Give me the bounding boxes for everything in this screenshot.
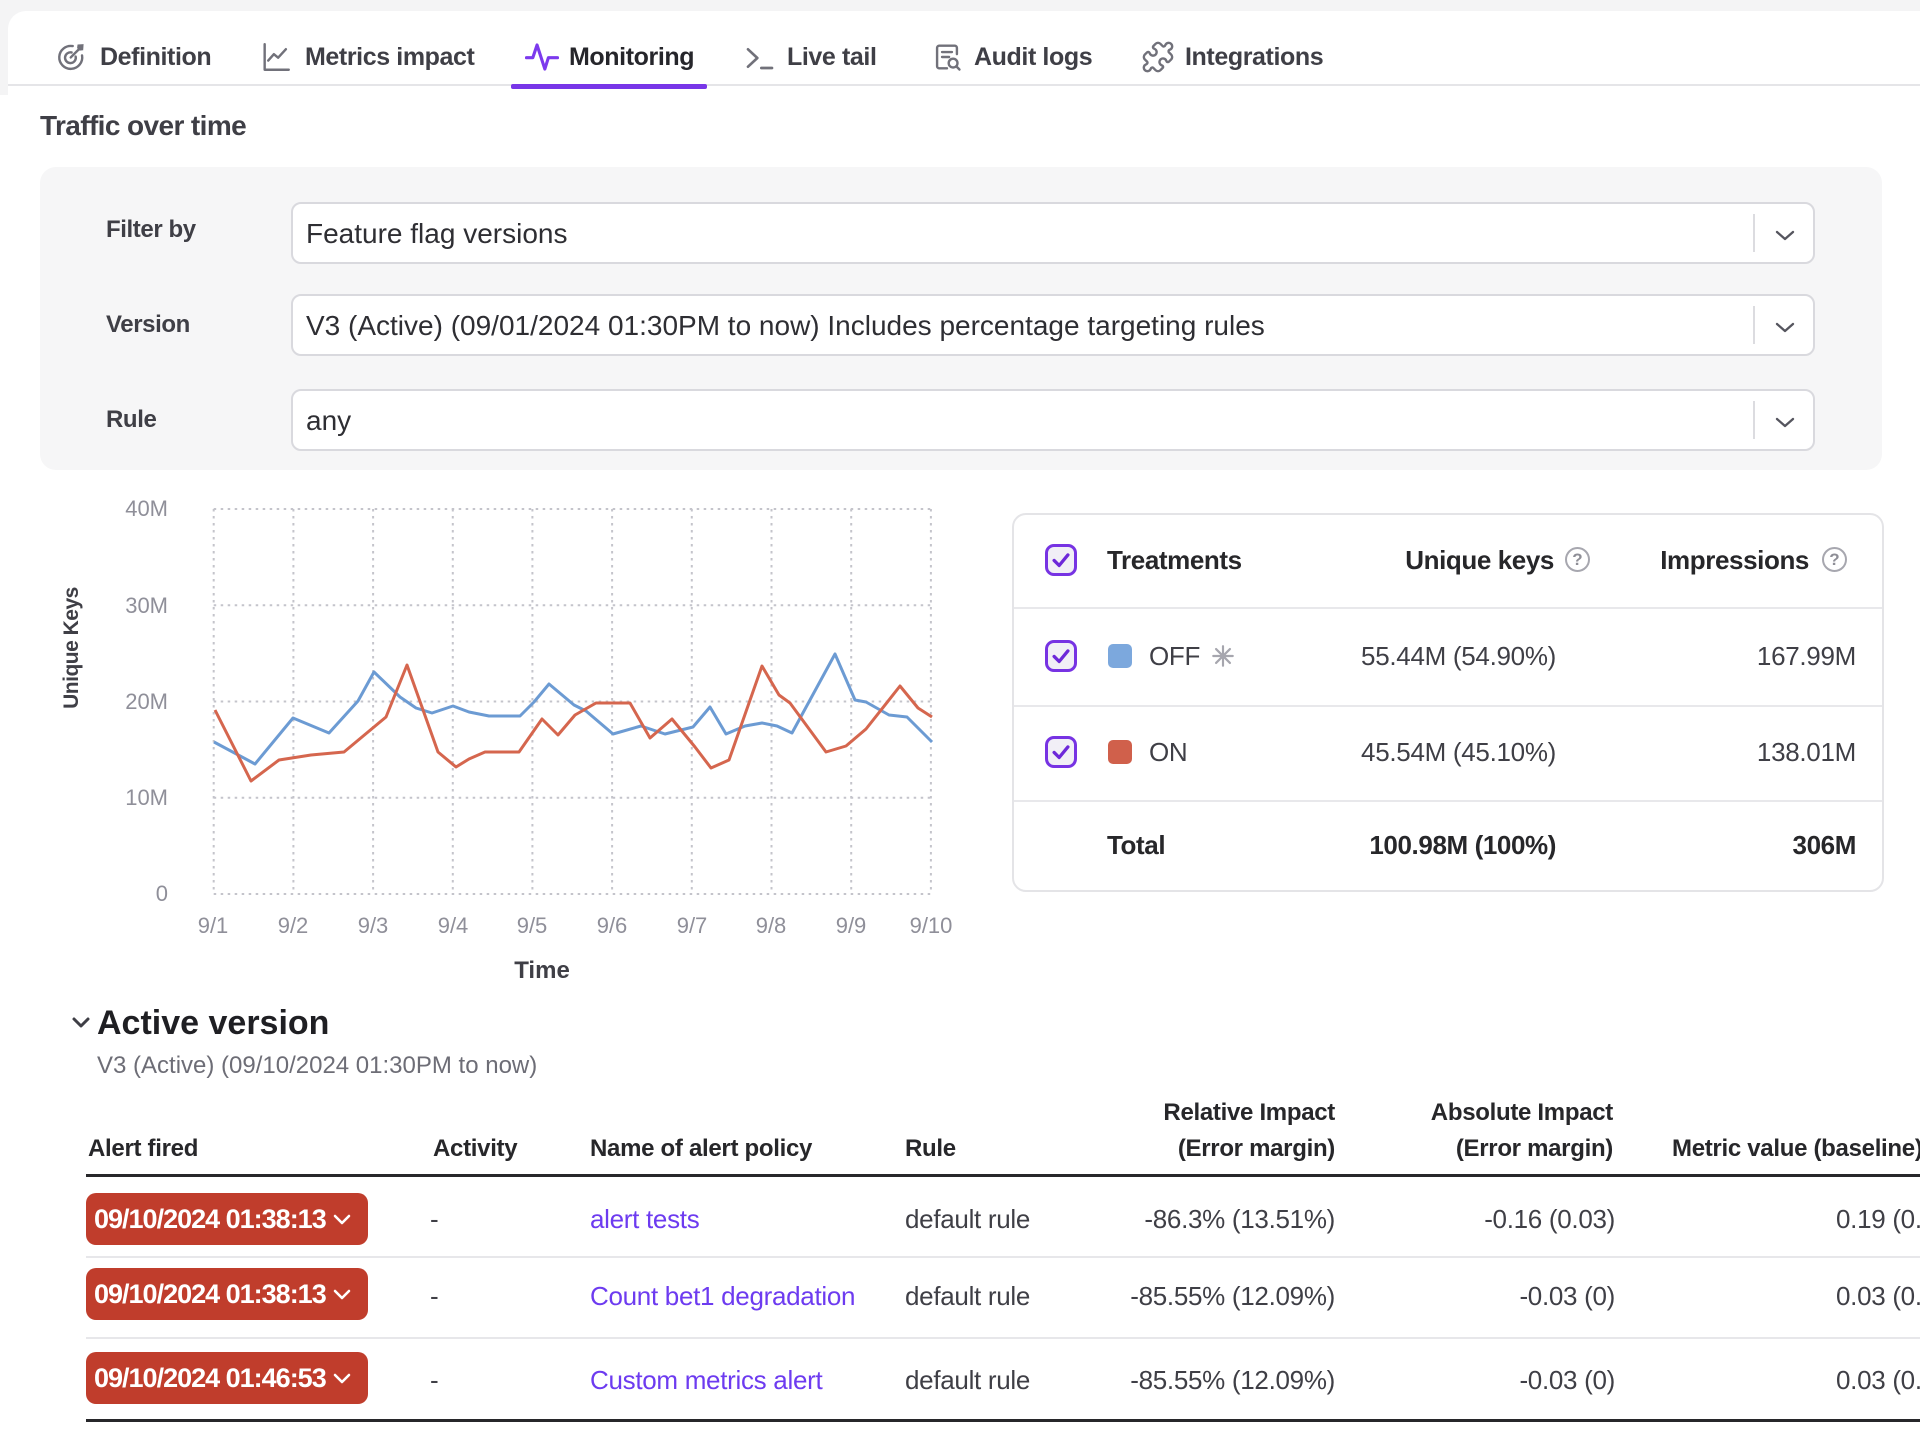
svg-text:9/6: 9/6 xyxy=(597,913,628,938)
svg-text:9/10: 9/10 xyxy=(910,913,953,938)
svg-text:0: 0 xyxy=(156,881,168,906)
svg-text:Unique Keys: Unique Keys xyxy=(60,587,83,709)
svg-text:Time: Time xyxy=(514,957,570,984)
svg-text:9/9: 9/9 xyxy=(836,913,867,938)
svg-text:9/5: 9/5 xyxy=(517,913,548,938)
svg-text:40M: 40M xyxy=(125,496,168,521)
svg-text:9/4: 9/4 xyxy=(438,913,469,938)
svg-text:9/8: 9/8 xyxy=(756,913,787,938)
svg-text:30M: 30M xyxy=(125,593,168,618)
svg-text:9/3: 9/3 xyxy=(358,913,389,938)
svg-text:9/2: 9/2 xyxy=(278,913,309,938)
svg-text:9/7: 9/7 xyxy=(677,913,708,938)
svg-text:9/1: 9/1 xyxy=(198,913,229,938)
svg-text:20M: 20M xyxy=(125,689,168,714)
svg-text:10M: 10M xyxy=(125,785,168,810)
